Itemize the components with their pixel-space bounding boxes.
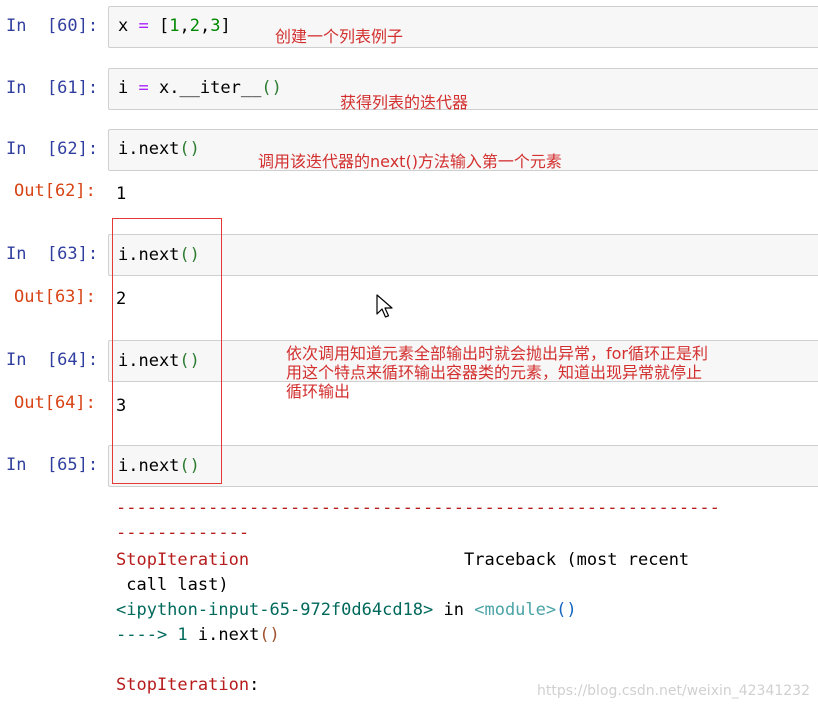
annotation-call-next: 调用该迭代器的next()方法输入第一个元素 (258, 152, 562, 171)
code-token: i.next (118, 139, 180, 159)
traceback-separator-2: ------------- (116, 523, 250, 543)
error-name: StopIteration (116, 550, 250, 570)
error-colon: : (249, 675, 260, 695)
code-token: 2 (189, 16, 200, 36)
traceback-separator: ----------------------------------------… (116, 498, 720, 518)
annotation-line: 依次调用知道元素全部输出时就会抛出异常，for循环正是利 (286, 344, 709, 363)
traceback-arrow: ----> 1 (116, 625, 198, 645)
in-prompt-63: In [63]: (6, 244, 99, 264)
traceback-arrow-line: ----> 1 i.next() (116, 625, 280, 645)
code-token: , (179, 16, 190, 36)
annotation-get-iterator: 获得列表的迭代器 (340, 93, 469, 112)
code-token: ] (220, 16, 231, 36)
code-token: , (199, 16, 211, 36)
annotation-stop-iteration: 依次调用知道元素全部输出时就会抛出异常，for循环正是利 用这个特点来循环输出容器… (286, 344, 708, 401)
code-token: i (118, 78, 139, 98)
module-parens: () (556, 600, 577, 620)
in-prompt-61: In [61]: (6, 78, 99, 98)
out-prompt-63: Out[63]: (14, 287, 96, 307)
code-token: () (261, 78, 282, 98)
code-token: x.__iter__ (148, 78, 262, 98)
traceback-final-error: StopIteration: (116, 675, 259, 695)
output-62: 1 (116, 184, 127, 204)
traceback-call-last: call last) (116, 575, 229, 595)
highlight-box (112, 218, 222, 484)
code-61[interactable]: i = x.__iter__() (118, 78, 282, 98)
arrow-code: i.next (197, 625, 260, 645)
code-token: 1 (169, 16, 180, 36)
ipython-input-ref: <ipython-input-65-972f0d64cd18> (116, 600, 434, 620)
annotation-line: 循环输出 (286, 382, 351, 401)
mouse-pointer-icon (376, 294, 393, 318)
in-prompt-60: In [60]: (6, 16, 99, 36)
arrow-parens: () (259, 625, 280, 645)
traceback-label: Traceback (most recent (249, 550, 690, 570)
out-prompt-62: Out[62]: (14, 181, 96, 201)
code-token: x (118, 16, 139, 36)
code-token: [ (148, 16, 170, 36)
in-prompt-65: In [65]: (6, 455, 99, 475)
code-token: = (138, 78, 149, 98)
code-token: () (179, 139, 200, 159)
code-token: = (138, 16, 149, 36)
module-ref: <module> (474, 600, 557, 620)
code-62[interactable]: i.next() (118, 139, 200, 159)
code-60[interactable]: x = [1,2,3] (118, 16, 231, 36)
code-token: 3 (210, 16, 221, 36)
in-word: in (433, 600, 475, 620)
in-prompt-62: In [62]: (6, 139, 99, 159)
watermark: https://blog.csdn.net/weixin_42341232 (536, 683, 810, 699)
out-prompt-64: Out[64]: (14, 393, 96, 413)
in-prompt-64: In [64]: (6, 350, 99, 370)
traceback-location: <ipython-input-65-972f0d64cd18> in <modu… (116, 600, 577, 620)
error-name: StopIteration (116, 675, 250, 695)
annotation-line: 用这个特点来循环输出容器类的元素，知道出现异常就停止 (286, 363, 703, 382)
annotation-create-list: 创建一个列表例子 (275, 27, 404, 46)
traceback-header: StopIteration Traceback (most recent (116, 550, 689, 570)
